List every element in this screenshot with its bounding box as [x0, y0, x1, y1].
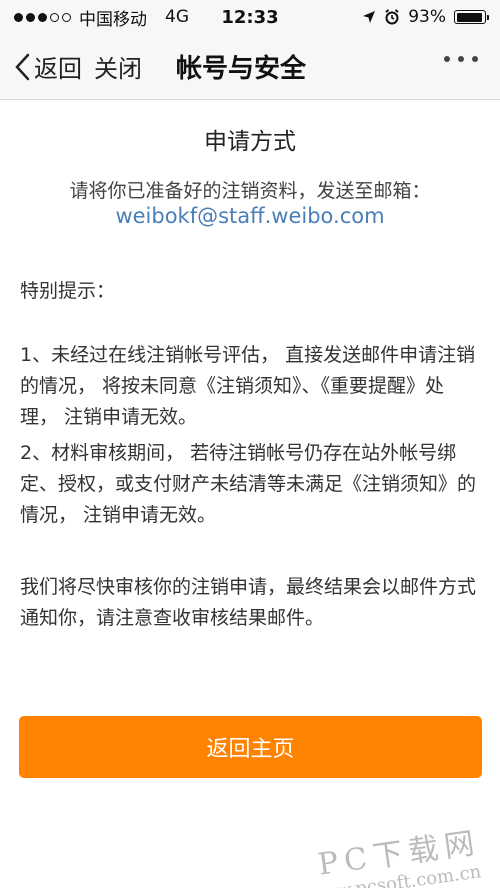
tip-paragraph-2: 2、材料审核期间， 若待注销帐号仍存在站外帐号绑定、授权，或支付财产未结清等未满… — [20, 442, 477, 526]
location-arrow-icon — [363, 11, 376, 23]
signal-icon — [14, 12, 71, 22]
back-button[interactable]: 返回 — [14, 49, 82, 84]
navigation-bar: 返回 关闭 帐号与安全 — [0, 34, 500, 100]
network-label: 4G — [165, 7, 189, 27]
status-right: 93% — [362, 7, 489, 27]
signal-dot-empty — [50, 12, 59, 22]
more-options-button[interactable] — [444, 56, 478, 62]
close-button[interactable]: 关闭 — [94, 49, 142, 84]
clock: 12:33 — [221, 6, 279, 28]
alarm-clock-icon — [385, 9, 399, 25]
email-link[interactable]: weibokf@staff.weibo.com — [0, 204, 500, 228]
page-title: 帐号与安全 — [176, 54, 307, 84]
return-home-button[interactable]: 返回主页 — [19, 716, 482, 778]
signal-dot — [38, 12, 47, 22]
signal-dot — [14, 12, 23, 22]
battery-percent: 93% — [408, 7, 446, 27]
tip-title: 特别提示： — [20, 280, 116, 302]
more-dot-icon — [472, 56, 478, 62]
status-left: 中国移动 4G — [14, 5, 189, 30]
watermark: PC下载网 www.pcsoft.com.cn — [304, 817, 482, 888]
section-heading: 申请方式 — [204, 129, 296, 155]
tip-paragraph-1: 1、未经过在线注销帐号评估， 直接发送邮件申请注销的情况， 将按未同意《注销须知… — [20, 344, 476, 428]
more-dot-icon — [458, 56, 464, 62]
status-bar: 中国移动 4G 12:33 93% — [0, 0, 500, 34]
instruction-text: 请将你已准备好的注销资料，发送至邮箱： — [69, 180, 431, 202]
chevron-left-icon — [15, 53, 30, 80]
battery-fill — [456, 12, 482, 22]
battery-icon — [454, 10, 489, 24]
back-label: 返回 — [34, 55, 82, 83]
review-notice-paragraph: 我们将尽快审核你的注销申请，最终结果会以邮件方式通知你，请注意查收审核结果邮件。 — [20, 576, 477, 629]
signal-dot-empty — [62, 12, 71, 22]
carrier-label: 中国移动 — [79, 9, 147, 30]
signal-dot — [26, 12, 35, 22]
more-dot-icon — [444, 56, 450, 62]
